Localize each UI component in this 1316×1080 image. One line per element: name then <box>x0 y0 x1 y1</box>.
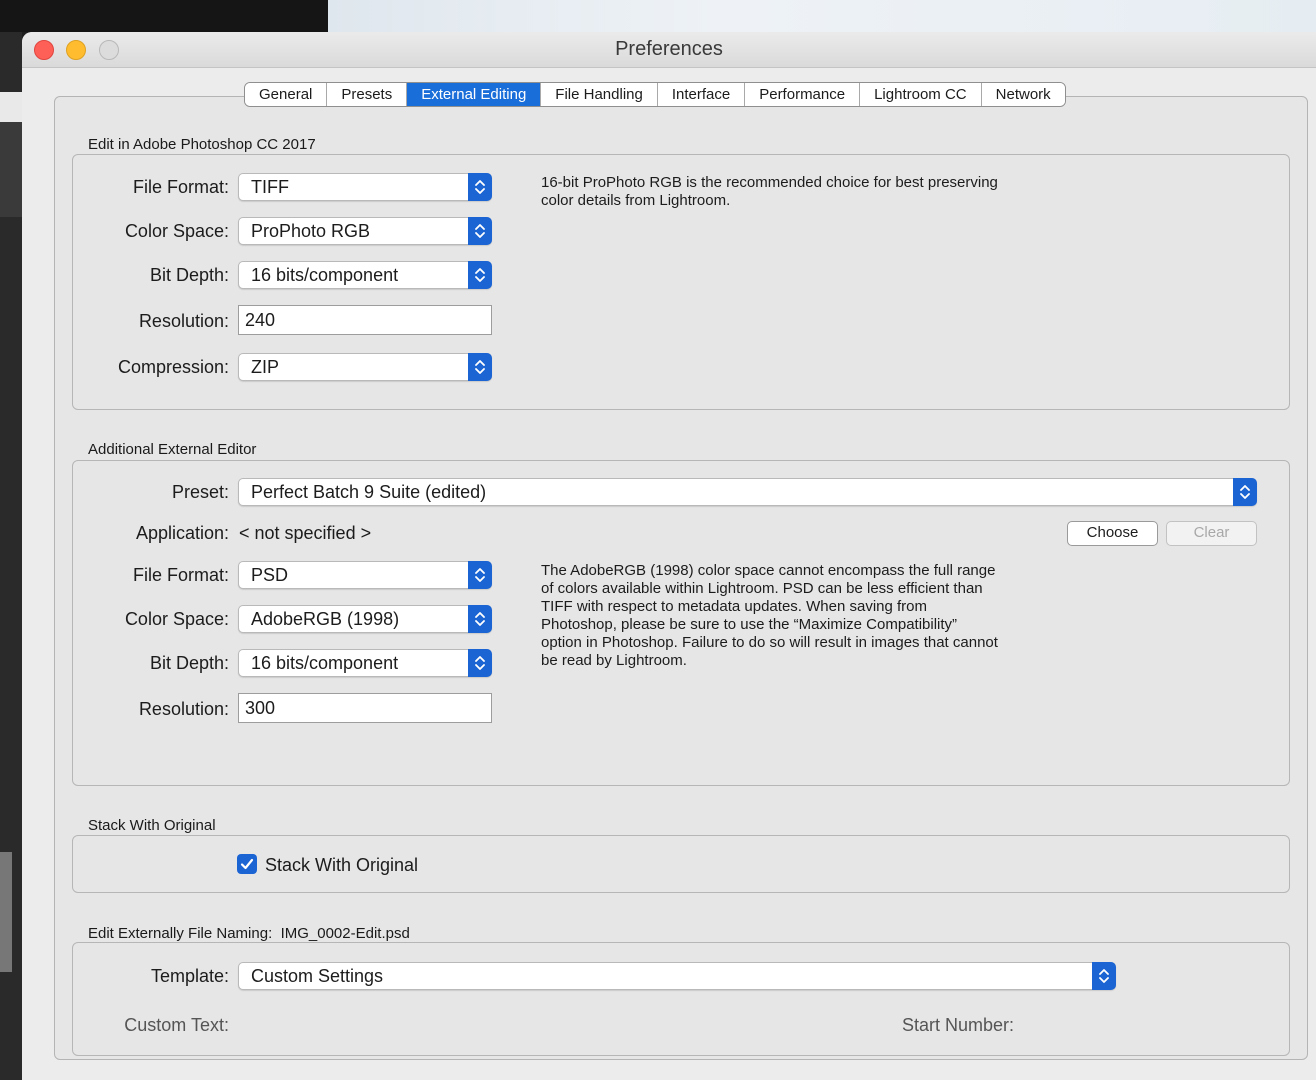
tab-external-editing[interactable]: External Editing <box>407 83 542 106</box>
stack-with-original-label[interactable]: Stack With Original <box>265 855 418 876</box>
ps-color-space-value: ProPhoto RGB <box>251 221 371 241</box>
ext-warning-line: The AdobeRGB (1998) color space cannot e… <box>541 562 996 579</box>
template-label: Template: <box>150 966 229 986</box>
ps-bit-depth-value: 16 bits/component <box>251 265 399 285</box>
tab-file-handling[interactable]: File Handling <box>541 83 658 106</box>
background-window-dark <box>0 0 328 32</box>
file-naming-section-title: Edit Externally File Naming: IMG_0002-Ed… <box>88 925 410 942</box>
custom-text-label: Custom Text: <box>124 1015 229 1035</box>
preset-value: Perfect Batch 9 Suite (edited) <box>251 482 487 502</box>
ext-warning-line: option in Photoshop. Failure to do so wi… <box>541 634 998 651</box>
additional-editor-section-title: Additional External Editor <box>88 441 257 458</box>
choose-button[interactable]: Choose <box>1067 521 1158 546</box>
title-bar[interactable]: Preferences <box>22 32 1316 68</box>
photoshop-section-title: Edit in Adobe Photoshop CC 2017 <box>88 136 316 153</box>
chevron-up-down-icon <box>468 353 492 381</box>
chevron-up-down-icon <box>1092 962 1116 990</box>
application-label: Application: <box>135 523 229 543</box>
chevron-up-down-icon <box>468 173 492 201</box>
chevron-up-down-icon <box>468 217 492 245</box>
chevron-up-down-icon <box>468 605 492 633</box>
ps-color-space-select[interactable]: ProPhoto RGB <box>238 217 492 245</box>
clear-button[interactable]: Clear <box>1166 521 1257 546</box>
background-panel-dark <box>0 122 22 217</box>
tab-performance[interactable]: Performance <box>745 83 861 106</box>
ps-file-format-label: File Format: <box>132 177 229 197</box>
ps-compression-label: Compression: <box>117 357 229 377</box>
stack-section-title: Stack With Original <box>88 817 216 834</box>
window-title: Preferences <box>615 38 723 60</box>
ps-file-format-value: TIFF <box>251 177 289 197</box>
ps-recommendation-text: 16-bit ProPhoto RGB is the recommended c… <box>541 174 998 210</box>
checkmark-icon <box>240 858 254 870</box>
background-window-strip <box>328 0 1316 32</box>
ext-warning-line: of colors available within Lightroom. PS… <box>541 580 983 597</box>
background-app-sidebar <box>0 32 22 1080</box>
ext-warning-line: Photoshop, please be sure to use the “Ma… <box>541 616 958 633</box>
file-naming-title-text: Edit Externally File Naming: <box>88 925 273 942</box>
ext-file-format-label: File Format: <box>132 565 229 585</box>
background-scrollbar <box>0 852 12 972</box>
chevron-up-down-icon <box>1233 478 1257 506</box>
ext-resolution-input[interactable]: 300 <box>238 693 492 723</box>
ps-compression-value: ZIP <box>251 357 280 377</box>
application-value: < not specified > <box>239 523 372 543</box>
ps-bit-depth-select[interactable]: 16 bits/component <box>238 261 492 289</box>
preset-select[interactable]: Perfect Batch 9 Suite (edited) <box>238 478 1257 506</box>
ps-color-space-label: Color Space: <box>124 221 229 241</box>
ext-warning-line: TIFF with respect to metadata updates. W… <box>541 598 928 615</box>
ext-bit-depth-label: Bit Depth: <box>149 653 229 673</box>
tab-general[interactable]: General <box>245 83 328 106</box>
template-select[interactable]: Custom Settings <box>238 962 1116 990</box>
preset-label: Preset: <box>171 482 229 502</box>
chevron-up-down-icon <box>468 261 492 289</box>
template-value: Custom Settings <box>251 966 384 986</box>
ps-resolution-label: Resolution: <box>138 311 229 331</box>
tab-presets[interactable]: Presets <box>327 83 408 106</box>
chevron-up-down-icon <box>468 561 492 589</box>
preferences-tab-bar: General Presets External Editing File Ha… <box>244 82 1066 107</box>
start-number-label: Start Number: <box>902 1015 1015 1035</box>
ext-bit-depth-select[interactable]: 16 bits/component <box>238 649 492 677</box>
ps-resolution-value: 240 <box>245 310 276 330</box>
ext-resolution-value: 300 <box>245 698 276 718</box>
ext-color-space-label: Color Space: <box>124 609 229 629</box>
ext-file-format-value: PSD <box>251 565 289 585</box>
tab-network[interactable]: Network <box>981 83 1065 106</box>
background-panel-light <box>0 92 22 122</box>
ps-recommendation-line: 16-bit ProPhoto RGB is the recommended c… <box>541 174 998 191</box>
ps-recommendation-line: color details from Lightroom. <box>541 192 731 209</box>
tab-lightroom-cc[interactable]: Lightroom CC <box>860 83 982 106</box>
file-naming-example: IMG_0002-Edit.psd <box>280 925 410 942</box>
ext-resolution-label: Resolution: <box>138 699 229 719</box>
tab-interface[interactable]: Interface <box>657 83 746 106</box>
ext-bit-depth-value: 16 bits/component <box>251 653 399 673</box>
ext-color-space-value: AdobeRGB (1998) <box>251 609 400 629</box>
file-naming-group <box>72 942 1290 1056</box>
ext-warning-text: The AdobeRGB (1998) color space cannot e… <box>541 562 998 670</box>
chevron-up-down-icon <box>468 649 492 677</box>
ext-warning-line: be read by Lightroom. <box>541 652 687 669</box>
ps-file-format-select[interactable]: TIFF <box>238 173 492 201</box>
ps-resolution-input[interactable]: 240 <box>238 305 492 335</box>
ps-compression-select[interactable]: ZIP <box>238 353 492 381</box>
ext-color-space-select[interactable]: AdobeRGB (1998) <box>238 605 492 633</box>
stack-with-original-checkbox[interactable] <box>237 854 257 874</box>
ext-file-format-select[interactable]: PSD <box>238 561 492 589</box>
ps-bit-depth-label: Bit Depth: <box>149 265 229 285</box>
